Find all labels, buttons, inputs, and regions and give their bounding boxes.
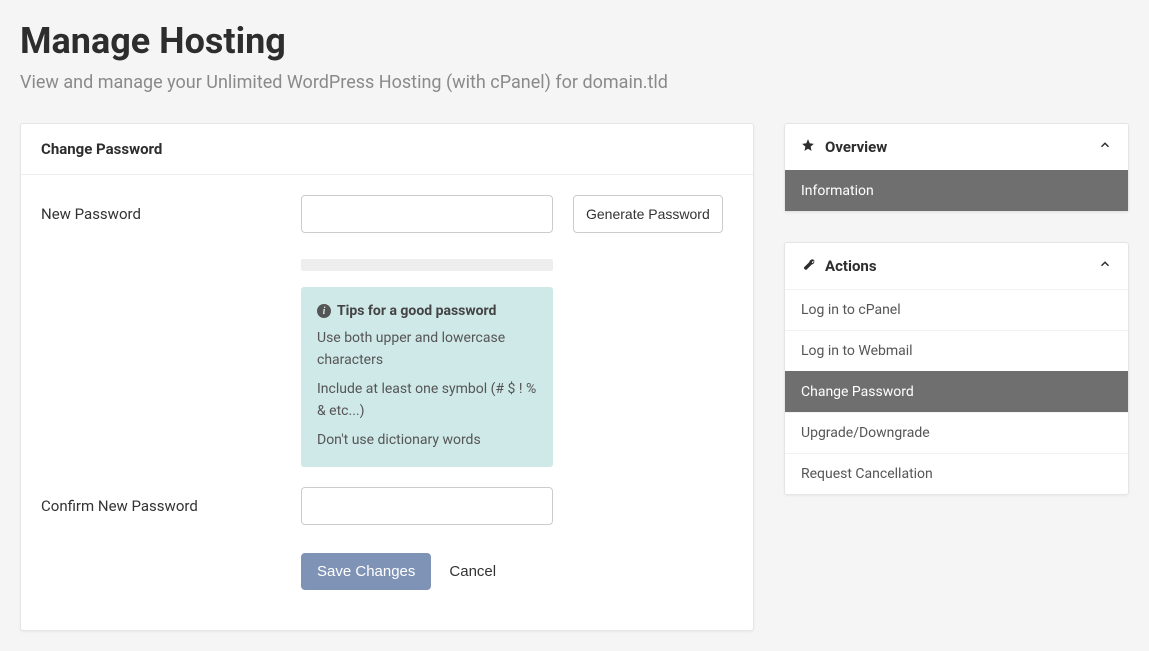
chevron-up-icon [1098,257,1112,275]
chevron-up-icon [1098,138,1112,156]
password-strength-meter [301,259,553,271]
tips-heading: Tips for a good password [337,303,496,319]
info-icon: i [317,304,331,318]
actions-panel: Actions Log in to cPanel Log in to Webma… [784,242,1129,495]
generate-password-button[interactable]: Generate Password [573,195,723,233]
tip-line: Use both upper and lowercase characters [317,327,537,372]
actions-title: Actions [825,257,877,275]
save-button[interactable]: Save Changes [301,553,431,590]
sidebar-item-cpanel[interactable]: Log in to cPanel [785,289,1128,330]
sidebar-item-change-password[interactable]: Change Password [785,371,1128,412]
tip-line: Include at least one symbol (# $ ! % & e… [317,378,537,423]
confirm-password-label: Confirm New Password [41,487,281,515]
overview-panel: Overview Information [784,123,1129,212]
confirm-password-input[interactable] [301,487,553,525]
tip-line: Don't use dictionary words [317,429,537,451]
password-tips-box: i Tips for a good password Use both uppe… [301,287,553,467]
panel-title: Change Password [21,124,753,175]
page-subtitle: View and manage your Unlimited WordPress… [20,72,1129,93]
sidebar-item-request-cancellation[interactable]: Request Cancellation [785,453,1128,494]
overview-title: Overview [825,138,887,156]
overview-header[interactable]: Overview [785,124,1128,170]
wrench-icon [801,257,815,275]
sidebar-item-upgrade[interactable]: Upgrade/Downgrade [785,412,1128,453]
new-password-input[interactable] [301,195,553,233]
new-password-label: New Password [41,195,281,223]
sidebar-item-webmail[interactable]: Log in to Webmail [785,330,1128,371]
actions-header[interactable]: Actions [785,243,1128,289]
cancel-button[interactable]: Cancel [449,563,496,580]
sidebar-item-information[interactable]: Information [785,170,1128,211]
star-icon [801,138,815,156]
change-password-panel: Change Password New Password Generate Pa… [20,123,754,631]
page-title: Manage Hosting [20,20,1129,62]
